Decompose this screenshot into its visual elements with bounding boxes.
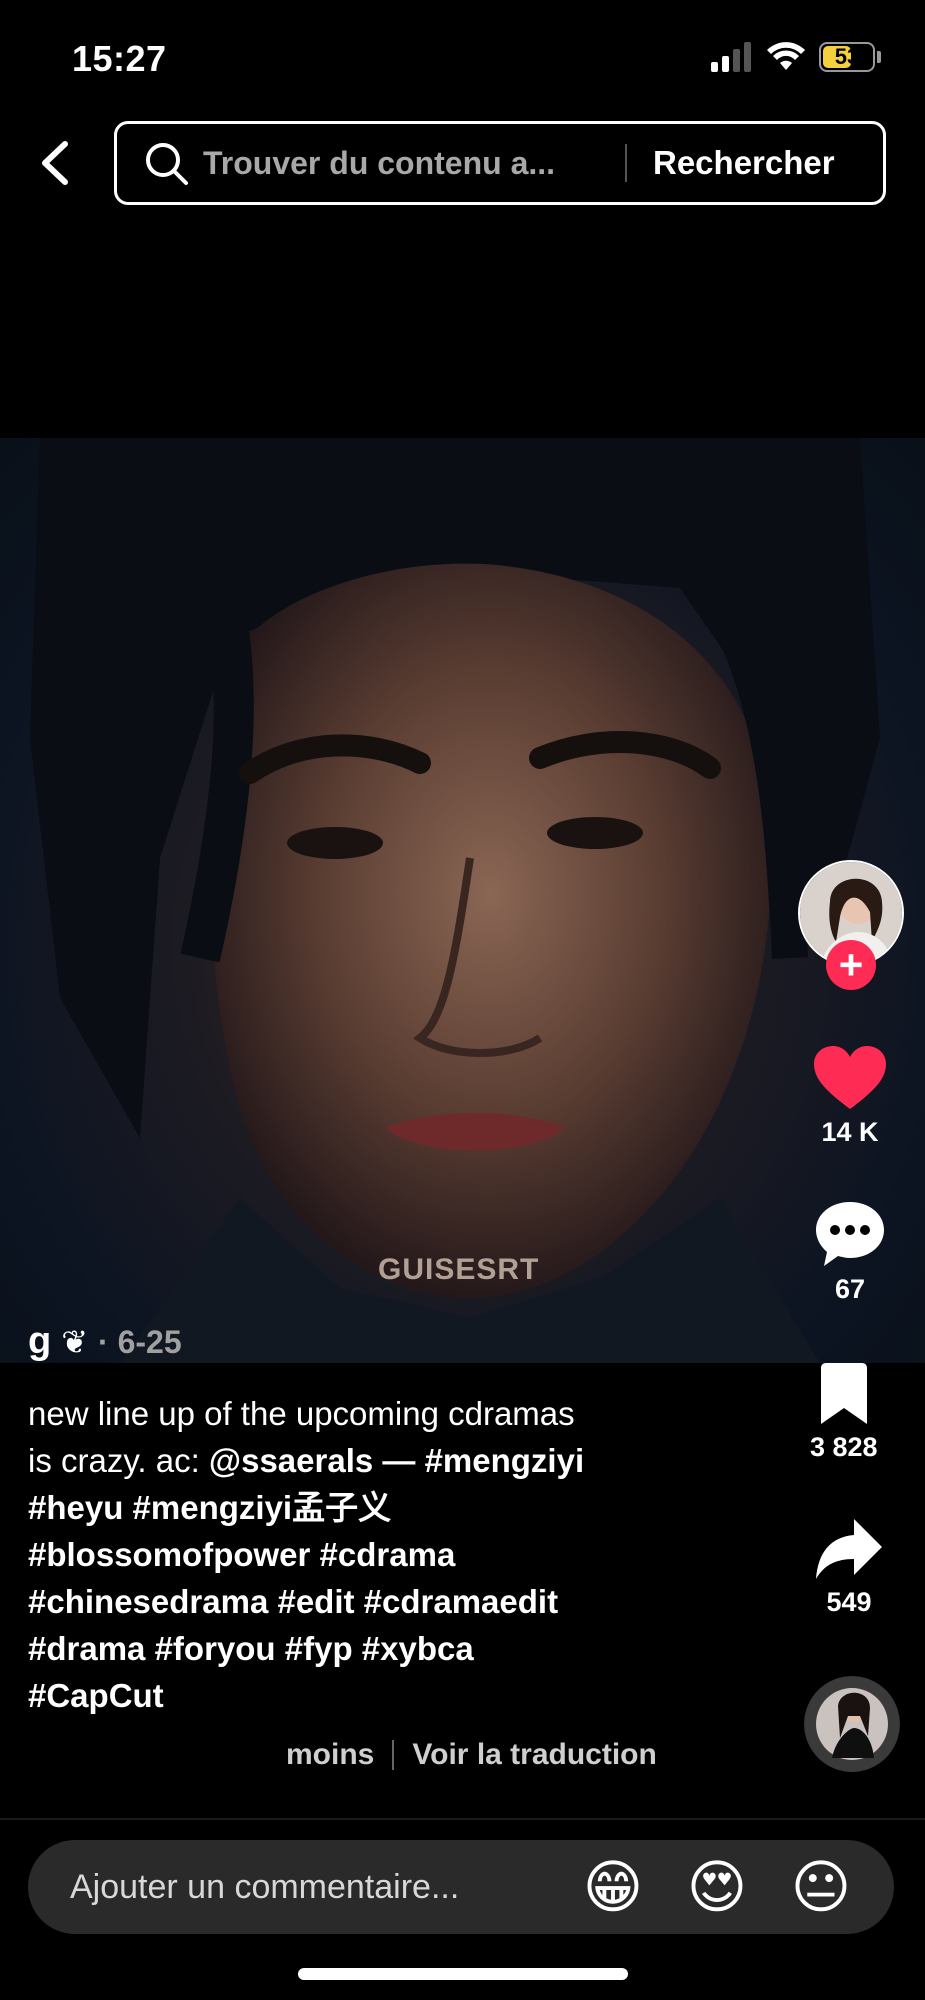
battery-level: 53 — [834, 44, 860, 69]
video-caption: new line up of the upcoming cdramas is c… — [28, 1390, 748, 1719]
save-count: 3 828 — [810, 1432, 878, 1462]
video-frame-image — [30, 438, 880, 1363]
like-count: 14 K — [821, 1117, 879, 1147]
translate-button[interactable]: Voir la traduction — [412, 1738, 656, 1772]
comment-count: 67 — [834, 1274, 866, 1304]
music-disc-icon — [804, 1676, 900, 1772]
home-indicator — [298, 1968, 628, 1980]
caption-hashtags[interactable]: #drama #foryou #fyp #xybca — [28, 1625, 748, 1672]
comment-input[interactable]: Ajouter un commentaire... — [70, 1868, 570, 1907]
caption-hashtag[interactable]: — #mengziyi — [373, 1442, 584, 1479]
caption-hashtags[interactable]: #blossomofpower #cdrama — [28, 1531, 748, 1578]
search-input[interactable]: Trouver du contenu a... — [203, 145, 603, 182]
chevron-left-icon — [42, 141, 68, 185]
sound-disc[interactable] — [804, 1676, 900, 1772]
status-icons: 53 — [711, 42, 881, 72]
author-name[interactable]: g — [28, 1320, 51, 1363]
follow-button[interactable]: + — [826, 940, 876, 990]
caption-line: is crazy. ac: @ssaerals — #mengziyi — [28, 1437, 748, 1484]
search-divider — [625, 144, 627, 182]
caption-actions-divider — [392, 1740, 395, 1770]
wifi-icon — [767, 42, 805, 70]
emoji-grin-button[interactable]: 😁 — [578, 1840, 648, 1934]
back-button[interactable] — [34, 136, 74, 190]
search-submit-button[interactable]: Rechercher — [653, 144, 835, 182]
caption-actions: moins Voir la traduction — [286, 1738, 657, 1772]
bookmark-icon — [820, 1363, 867, 1424]
bottom-divider — [0, 1818, 925, 1820]
share-count: 549 — [826, 1587, 872, 1617]
cellular-signal-icon — [711, 42, 751, 72]
emoji-heart-eyes-button[interactable]: 😍 — [682, 1840, 752, 1934]
status-time: 15:27 — [72, 38, 167, 79]
sound-disc-button[interactable] — [804, 1676, 900, 1772]
caption-text: is crazy. ac: — [28, 1442, 209, 1479]
show-less-button[interactable]: moins — [286, 1738, 374, 1772]
share-arrow-icon — [816, 1519, 882, 1579]
caption-hashtags[interactable]: #heyu #mengziyi孟子义 — [28, 1484, 748, 1531]
video-watermark: GUISESRT — [378, 1253, 540, 1286]
comment-button[interactable]: 67 — [814, 1200, 886, 1305]
search-icon — [146, 143, 188, 185]
like-button[interactable]: 14 K — [812, 1045, 888, 1148]
emoji-neutral-button[interactable]: 😐 — [786, 1840, 856, 1934]
author-emoji: ❦ — [61, 1324, 89, 1360]
comment-bubble-icon — [816, 1202, 884, 1266]
share-button[interactable]: 549 — [814, 1517, 884, 1618]
author-line: g ❦ · 6-25 — [28, 1320, 182, 1363]
battery-icon: 53 — [819, 42, 875, 72]
caption-hashtags[interactable]: #chinesedrama #edit #cdramaedit — [28, 1578, 748, 1625]
video-player[interactable]: GUISESRT — [0, 438, 925, 1363]
comment-bar[interactable]: Ajouter un commentaire... 😁 😍 😐 — [28, 1840, 894, 1934]
mention-link[interactable]: @ssaerals — [209, 1442, 373, 1479]
post-date: · 6-25 — [98, 1324, 182, 1360]
caption-hashtags[interactable]: #CapCut — [28, 1672, 748, 1719]
save-button[interactable]: 3 828 — [810, 1362, 878, 1463]
search-bar[interactable]: Trouver du contenu a... Rechercher — [114, 121, 886, 205]
caption-line: new line up of the upcoming cdramas — [28, 1395, 575, 1432]
heart-icon — [814, 1046, 886, 1109]
